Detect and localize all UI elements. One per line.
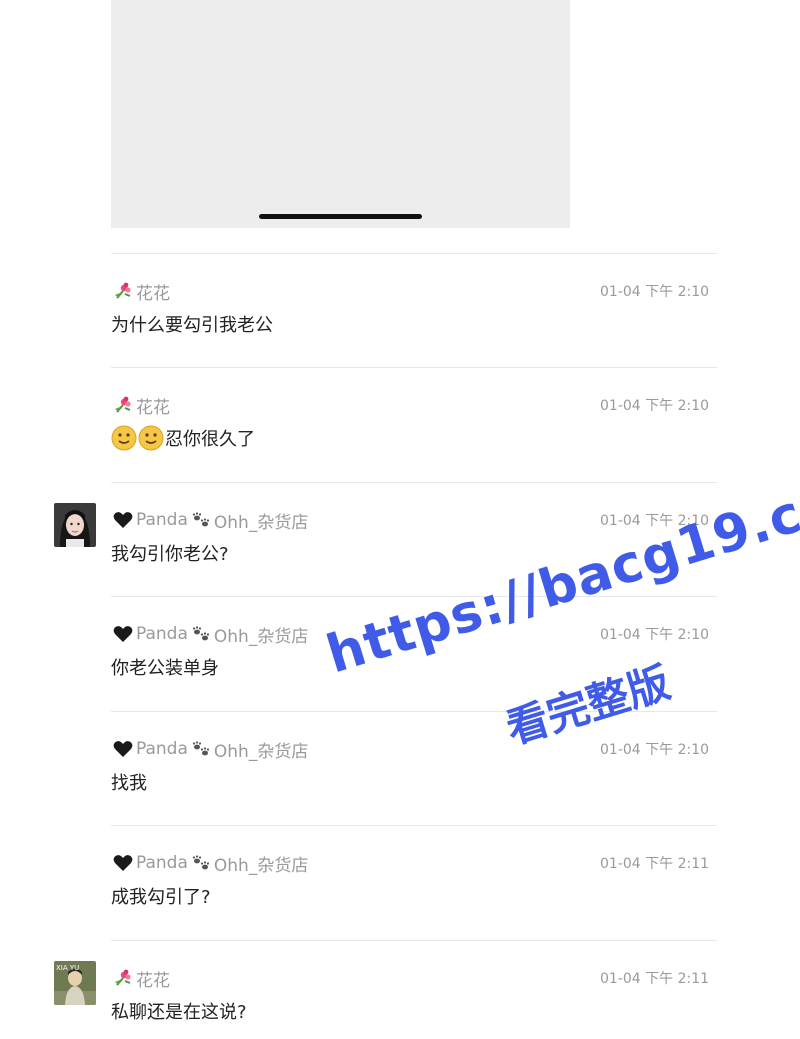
paw-prints-icon [191, 854, 211, 872]
sender-name-prefix: Panda [136, 624, 188, 644]
sender-name[interactable]: Panda Ohh_杂货店 [113, 508, 309, 533]
timestamp: 01-04 下午 2:10 [600, 513, 710, 529]
sender-name-suffix: Ohh_杂货店 [213, 626, 309, 647]
chat-message[interactable]: Panda Ohh_杂货店 01-04 下午 2:11 成我勾引了? [0, 825, 800, 939]
sender-name[interactable]: Panda Ohh_杂货店 [113, 737, 309, 762]
black-heart-icon [113, 740, 133, 758]
media-preview[interactable] [111, 0, 570, 228]
chat-message[interactable]: Panda Ohh_杂货店 01-04 下午 2:10 找我 [0, 711, 800, 825]
timestamp: 01-04 下午 2:11 [600, 971, 710, 987]
sender-name-prefix: Panda [136, 739, 188, 759]
sender-name-text: 花花 [136, 397, 170, 418]
avatar[interactable]: XIA YU [54, 961, 96, 1005]
sender-name[interactable]: Panda Ohh_杂货店 [113, 851, 309, 876]
message-text: 私聊还是在这说? [111, 1002, 247, 1023]
timestamp: 01-04 下午 2:10 [600, 284, 710, 300]
sender-name-suffix: Ohh_杂货店 [213, 855, 309, 876]
chat-message[interactable]: XIA YU 花花 01-04 下午 2:11 私聊还是在这说? [0, 940, 800, 1039]
bouquet-icon [113, 281, 133, 301]
sender-name[interactable]: 花花 [113, 279, 170, 304]
message-text: 找我 [111, 773, 147, 794]
sender-name[interactable]: Panda Ohh_杂货店 [113, 622, 309, 647]
avatar[interactable] [54, 503, 96, 547]
sender-name-text: 花花 [136, 283, 170, 304]
message-text: 为什么要勾引我老公 [111, 315, 273, 336]
chat-message[interactable]: 花花 01-04 下午 2:10 忍你很久了 [0, 367, 800, 481]
black-heart-icon [113, 625, 133, 643]
paw-prints-icon [191, 511, 211, 529]
sender-name-prefix: Panda [136, 853, 188, 873]
bouquet-icon [113, 968, 133, 988]
bouquet-icon [113, 395, 133, 415]
message-content: 忍你很久了 [111, 425, 255, 451]
black-heart-icon [113, 854, 133, 872]
timestamp: 01-04 下午 2:10 [600, 398, 710, 414]
chat-message[interactable]: Panda Ohh_杂货店 01-04 下午 2:10 我勾引你老公? [0, 482, 800, 596]
message-text: 我勾引你老公? [111, 544, 229, 565]
slightly-smiling-face-icon [111, 425, 137, 451]
timestamp: 01-04 下午 2:10 [600, 742, 710, 758]
message-text: 你老公装单身 [111, 658, 219, 679]
message-text: 忍你很久了 [165, 429, 255, 450]
sender-name-prefix: Panda [136, 510, 188, 530]
paw-prints-icon [191, 740, 211, 758]
black-heart-icon [113, 511, 133, 529]
avatar-text: XIA YU [56, 964, 79, 972]
timestamp: 01-04 下午 2:10 [600, 627, 710, 643]
sender-name[interactable]: 花花 [113, 393, 170, 418]
home-indicator [259, 214, 422, 219]
sender-name[interactable]: 花花 [113, 966, 170, 991]
sender-name-suffix: Ohh_杂货店 [213, 512, 309, 533]
chat-message[interactable]: Panda Ohh_杂货店 01-04 下午 2:10 你老公装单身 [0, 596, 800, 710]
timestamp: 01-04 下午 2:11 [600, 856, 710, 872]
paw-prints-icon [191, 625, 211, 643]
message-text: 成我勾引了? [111, 887, 211, 908]
sender-name-text: 花花 [136, 970, 170, 991]
chat-message[interactable]: 花花 01-04 下午 2:10 为什么要勾引我老公 [0, 253, 800, 367]
sender-name-suffix: Ohh_杂货店 [213, 741, 309, 762]
slightly-smiling-face-icon [138, 425, 164, 451]
